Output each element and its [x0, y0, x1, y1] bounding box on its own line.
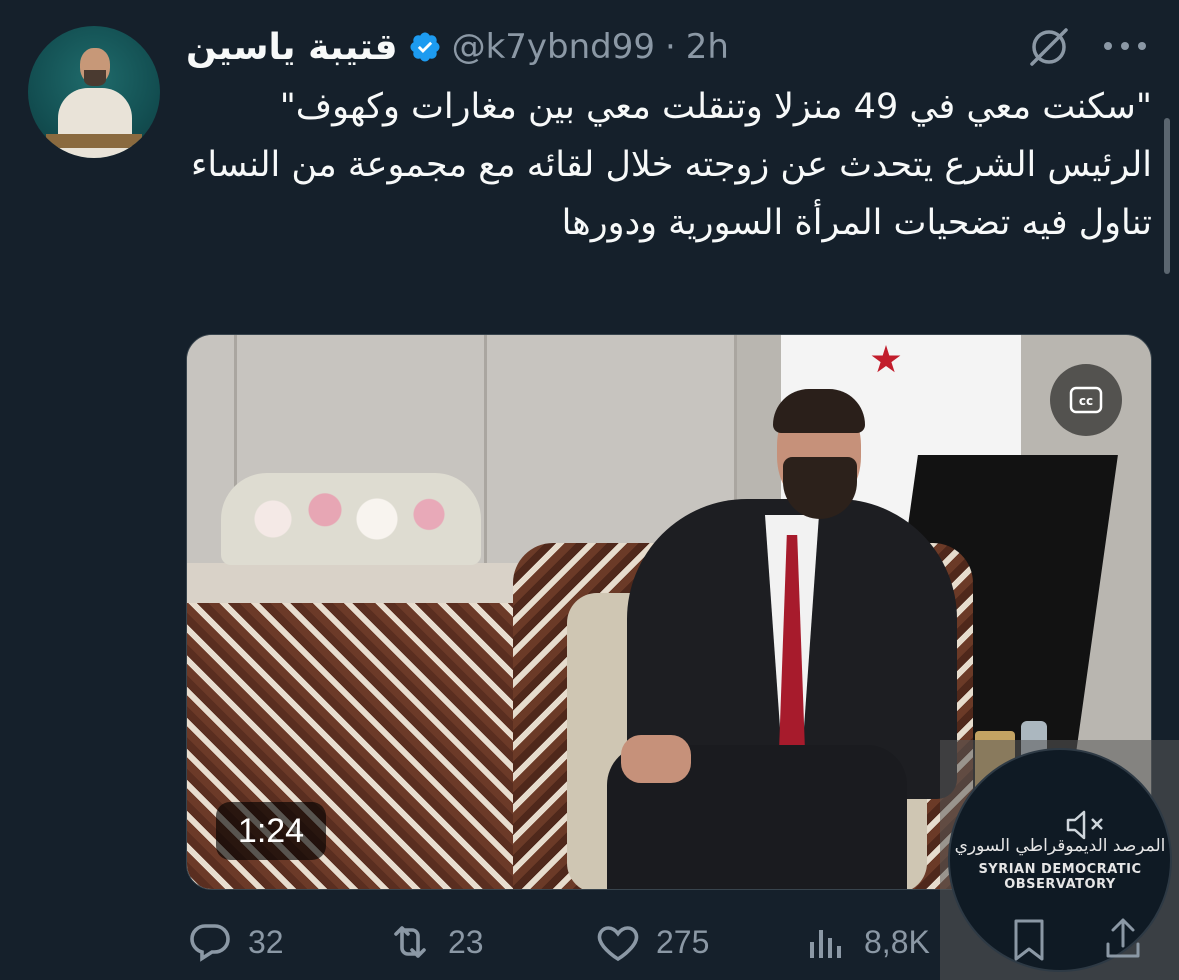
views-chart-icon: [810, 930, 841, 958]
like-button[interactable]: 275: [594, 916, 709, 968]
heart-icon: [597, 926, 639, 962]
views-button[interactable]: 8,8K: [802, 916, 930, 968]
svg-text:cc: cc: [1079, 394, 1093, 408]
grok-icon[interactable]: [1026, 24, 1072, 70]
tweet-text: "سكنت معي في 49 منزلا وتنقلت معي بين مغا…: [186, 78, 1152, 252]
man-hair: [773, 389, 865, 433]
avatar-beard: [84, 70, 106, 86]
flower-arrangement: [221, 473, 481, 565]
tweet-time[interactable]: 2h: [686, 27, 729, 67]
watermark-english-text: SYRIAN DEMOCRATIC OBSERVATORY: [978, 862, 1142, 892]
author-avatar[interactable]: [28, 26, 160, 158]
repost-icon: [394, 926, 426, 958]
repost-button[interactable]: 23: [386, 916, 484, 968]
video-duration: 1:24: [216, 802, 326, 860]
watermark-arabic-text: المرصد الديموقراطي السوري: [954, 836, 1166, 856]
verified-badge-icon: [410, 32, 440, 62]
cabinet-top: [187, 563, 527, 603]
man-hand: [621, 735, 691, 783]
separator-dot: ·: [664, 27, 676, 67]
avatar-table: [46, 134, 142, 148]
like-count: 275: [656, 923, 710, 960]
captions-button[interactable]: cc: [1050, 364, 1122, 436]
more-options-icon[interactable]: [1102, 40, 1148, 52]
author-handle[interactable]: @k7ybnd99: [452, 27, 655, 67]
reply-count: 32: [248, 923, 284, 960]
tweet-quote-line: "سكنت معي في 49 منزلا وتنقلت معي بين مغا…: [279, 87, 1152, 127]
cc-icon: cc: [1069, 386, 1103, 414]
bookmark-icon[interactable]: [1006, 916, 1052, 964]
views-count: 8,8K: [864, 923, 930, 960]
reply-icon: [190, 924, 230, 962]
share-icon[interactable]: [1100, 914, 1146, 964]
author-name[interactable]: قتيبة ياسين: [186, 27, 398, 68]
tweet-body-line: الرئيس الشرع يتحدث عن زوجته خلال لقائه م…: [190, 145, 1152, 243]
tweet-header: قتيبة ياسين @k7ybnd99 · 2h: [186, 22, 729, 72]
reply-button[interactable]: 32: [186, 916, 284, 968]
scrollbar[interactable]: [1164, 118, 1170, 274]
repost-count: 23: [448, 923, 484, 960]
